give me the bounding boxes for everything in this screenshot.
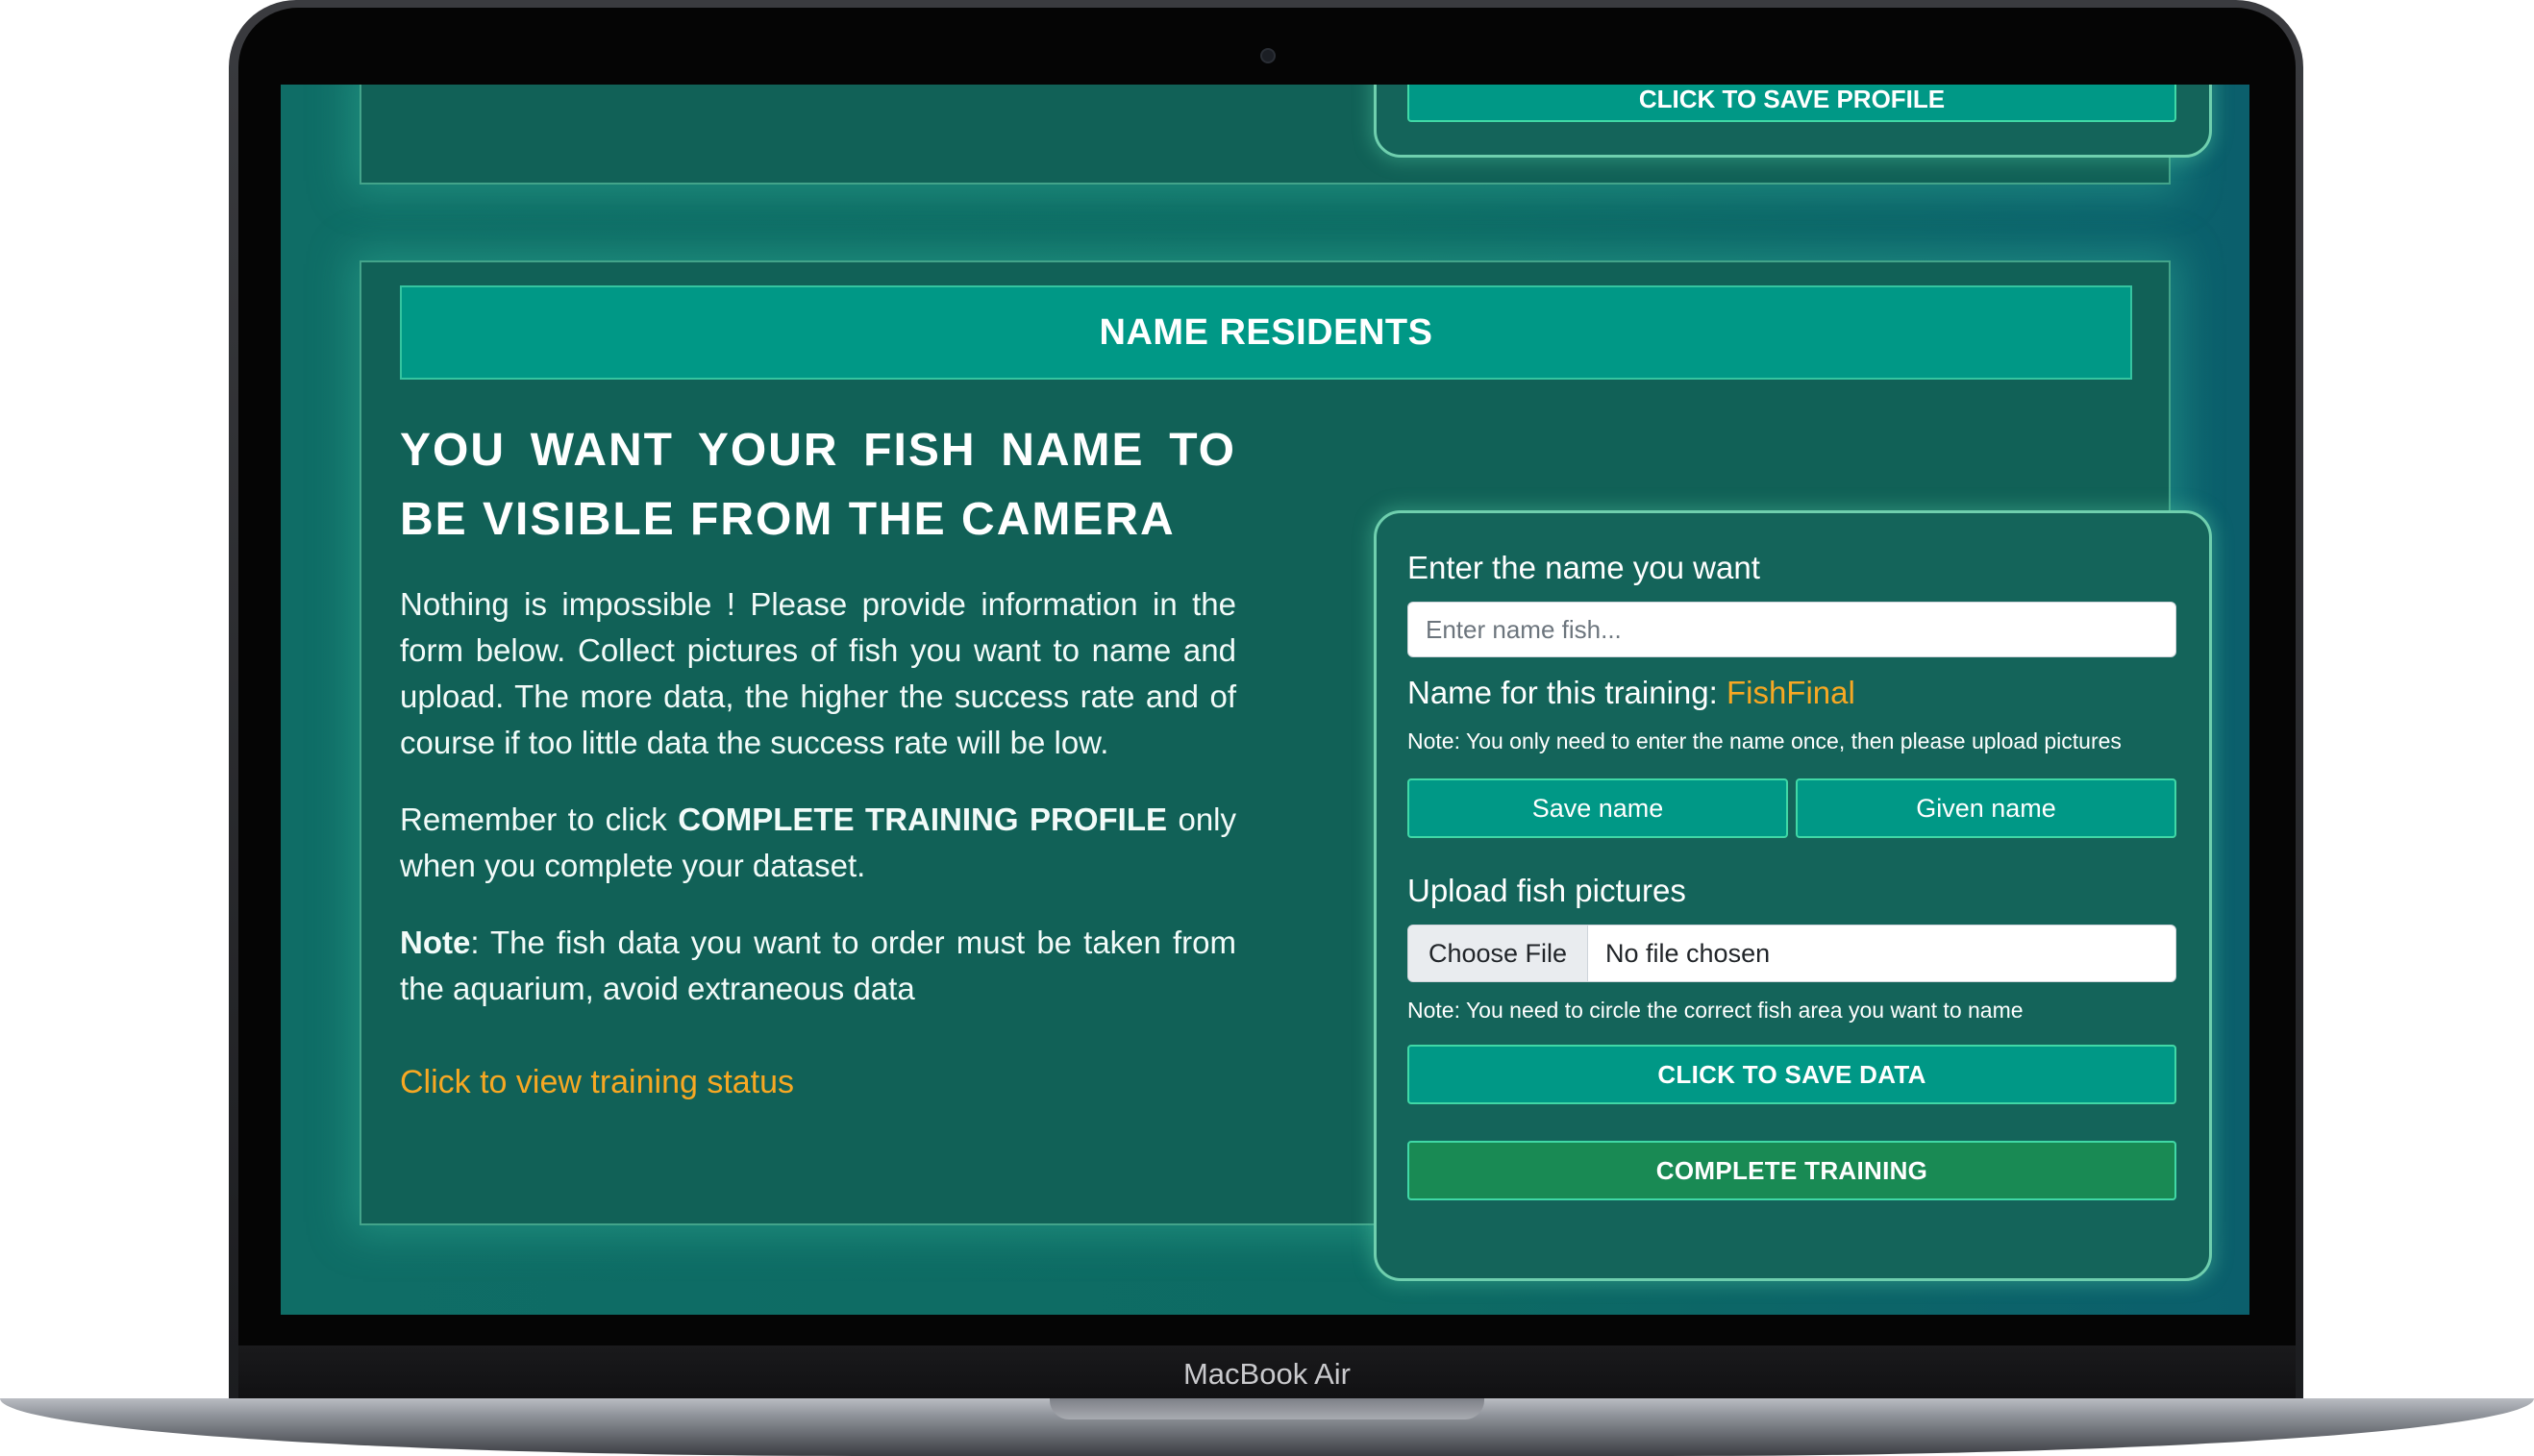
- training-name-value: FishFinal: [1726, 675, 1855, 710]
- reminder-prefix: Remember to click: [400, 802, 679, 837]
- name-button-row: Save name Given name: [1407, 778, 2176, 838]
- choose-file-button[interactable]: Choose File: [1408, 925, 1588, 981]
- screen: CLICK TO SAVE PROFILE NAME RESIDENTS YOU…: [281, 85, 2249, 1315]
- save-data-button[interactable]: CLICK TO SAVE DATA: [1407, 1045, 2176, 1104]
- device-brand-label: MacBook Air: [1182, 1357, 1351, 1391]
- upload-label: Upload fish pictures: [1407, 873, 1686, 908]
- file-status: No file chosen: [1605, 938, 1771, 968]
- file-upload-input[interactable]: Choose File No file chosen: [1407, 925, 2176, 982]
- upload-note: Note: You need to circle the correct fis…: [1407, 998, 2024, 1023]
- note-bold: Note: [400, 925, 471, 960]
- given-name-button[interactable]: Given name: [1796, 778, 2176, 838]
- note-text: : The fish data you want to order must b…: [400, 925, 1236, 1006]
- complete-training-button[interactable]: COMPLETE TRAINING: [1407, 1141, 2176, 1200]
- section-header: NAME RESIDENTS: [400, 285, 2132, 380]
- profile-section: CLICK TO SAVE PROFILE: [360, 85, 2212, 185]
- reminder-paragraph: Remember to click COMPLETE TRAINING PROF…: [400, 797, 1236, 889]
- profile-form-card: CLICK TO SAVE PROFILE: [1374, 85, 2212, 158]
- name-note: Note: You only need to enter the name on…: [1407, 728, 2122, 753]
- camera-icon: [1260, 48, 1276, 63]
- name-residents-section: NAME RESIDENTS YOU WANT YOUR FISH NAME T…: [360, 260, 2212, 1281]
- intro-paragraph: Nothing is impossible ! Please provide i…: [400, 586, 1236, 760]
- name-form-card: Enter the name you want Name for this tr…: [1374, 510, 2212, 1281]
- reminder-bold: COMPLETE TRAINING PROFILE: [678, 802, 1168, 837]
- training-name-line: Name for this training: FishFinal: [1407, 675, 2176, 711]
- training-label: Name for this training:: [1407, 675, 1727, 710]
- training-status-link[interactable]: Click to view training status: [400, 1064, 1236, 1101]
- save-profile-button[interactable]: CLICK TO SAVE PROFILE: [1407, 85, 2176, 122]
- note-paragraph: Note: The fish data you want to order mu…: [400, 920, 1236, 1012]
- name-label: Enter the name you want: [1407, 550, 1760, 585]
- save-name-button[interactable]: Save name: [1407, 778, 1788, 838]
- instructions-column: YOU WANT YOUR FISH NAME TO BE VISIBLE FR…: [400, 416, 1236, 1101]
- page-title: YOU WANT YOUR FISH NAME TO BE VISIBLE FR…: [400, 425, 1236, 545]
- laptop-hinge-notch: [1050, 1398, 1484, 1419]
- fish-name-input[interactable]: [1407, 602, 2176, 657]
- name-form: Enter the name you want Name for this tr…: [1407, 544, 2176, 1200]
